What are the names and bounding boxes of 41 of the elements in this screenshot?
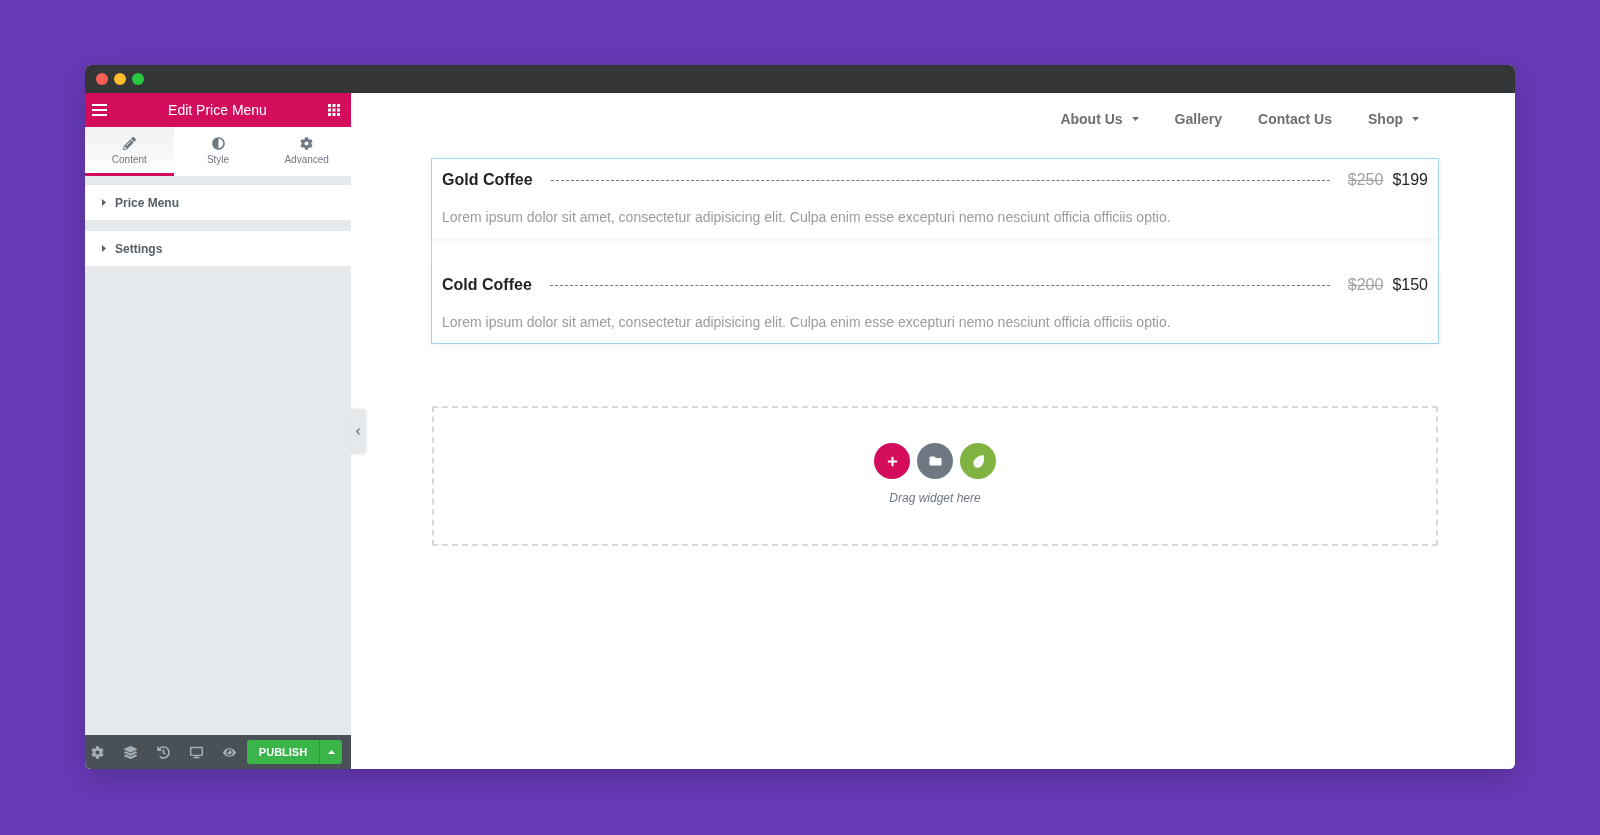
folder-icon [928,455,942,467]
item-price: $199 [1392,170,1428,190]
chevron-left-icon [356,428,360,435]
old-price: $250 [1347,170,1384,190]
caret-up-icon [327,750,335,754]
leaf-icon [972,454,984,468]
window-maximize-icon[interactable] [132,73,144,85]
settings-icon[interactable] [91,745,104,759]
publish-button[interactable]: PUBLISH [247,740,319,764]
old-price: $200 [1347,275,1384,295]
item-title: Gold Coffee [442,170,533,190]
panel-title: Edit Price Menu [168,102,267,118]
item-description: Lorem ipsum dolor sit amet, consectetur adipisicing elit. Culpa enim esse excepturi nemo nesciunt officia officiis optio. [442,313,1172,332]
panel-section[interactable]: Price Menu [85,185,351,220]
add-section-button[interactable] [874,443,910,479]
grid-icon[interactable] [328,104,340,116]
eye-icon[interactable] [223,745,236,759]
contrast-icon [211,137,225,150]
layers-icon[interactable] [124,745,137,759]
panel-section[interactable]: Settings [85,231,351,266]
item-price: $150 [1392,275,1428,295]
nav-link[interactable]: Contact Us [1258,108,1332,130]
window-close-icon[interactable] [96,73,108,85]
gear-icon [300,137,314,150]
pencil-icon [122,137,136,150]
window-minimize-icon[interactable] [114,73,126,85]
nav-link[interactable]: About Us [1060,108,1139,130]
add-template-button[interactable] [917,443,953,479]
monitor-icon[interactable] [190,745,203,759]
nav-link[interactable]: Shop [1368,108,1419,130]
collapse-handle[interactable] [351,409,365,454]
add-widget-button[interactable] [960,443,996,479]
item-title: Cold Coffee [442,275,532,295]
drop-zone-hint: Drag widget here [889,491,981,505]
item-description: Lorem ipsum dolor sit amet, consectetur adipisicing elit. Culpa enim esse excepturi nemo nesciunt officia officiis optio. [442,208,1172,227]
publish-options-button[interactable] [319,740,342,764]
plus-icon [886,455,898,467]
menu-icon[interactable] [92,104,107,116]
history-icon[interactable] [157,745,170,759]
panel-tab[interactable]: Content [85,127,174,176]
nav-link[interactable]: Gallery [1174,108,1223,130]
